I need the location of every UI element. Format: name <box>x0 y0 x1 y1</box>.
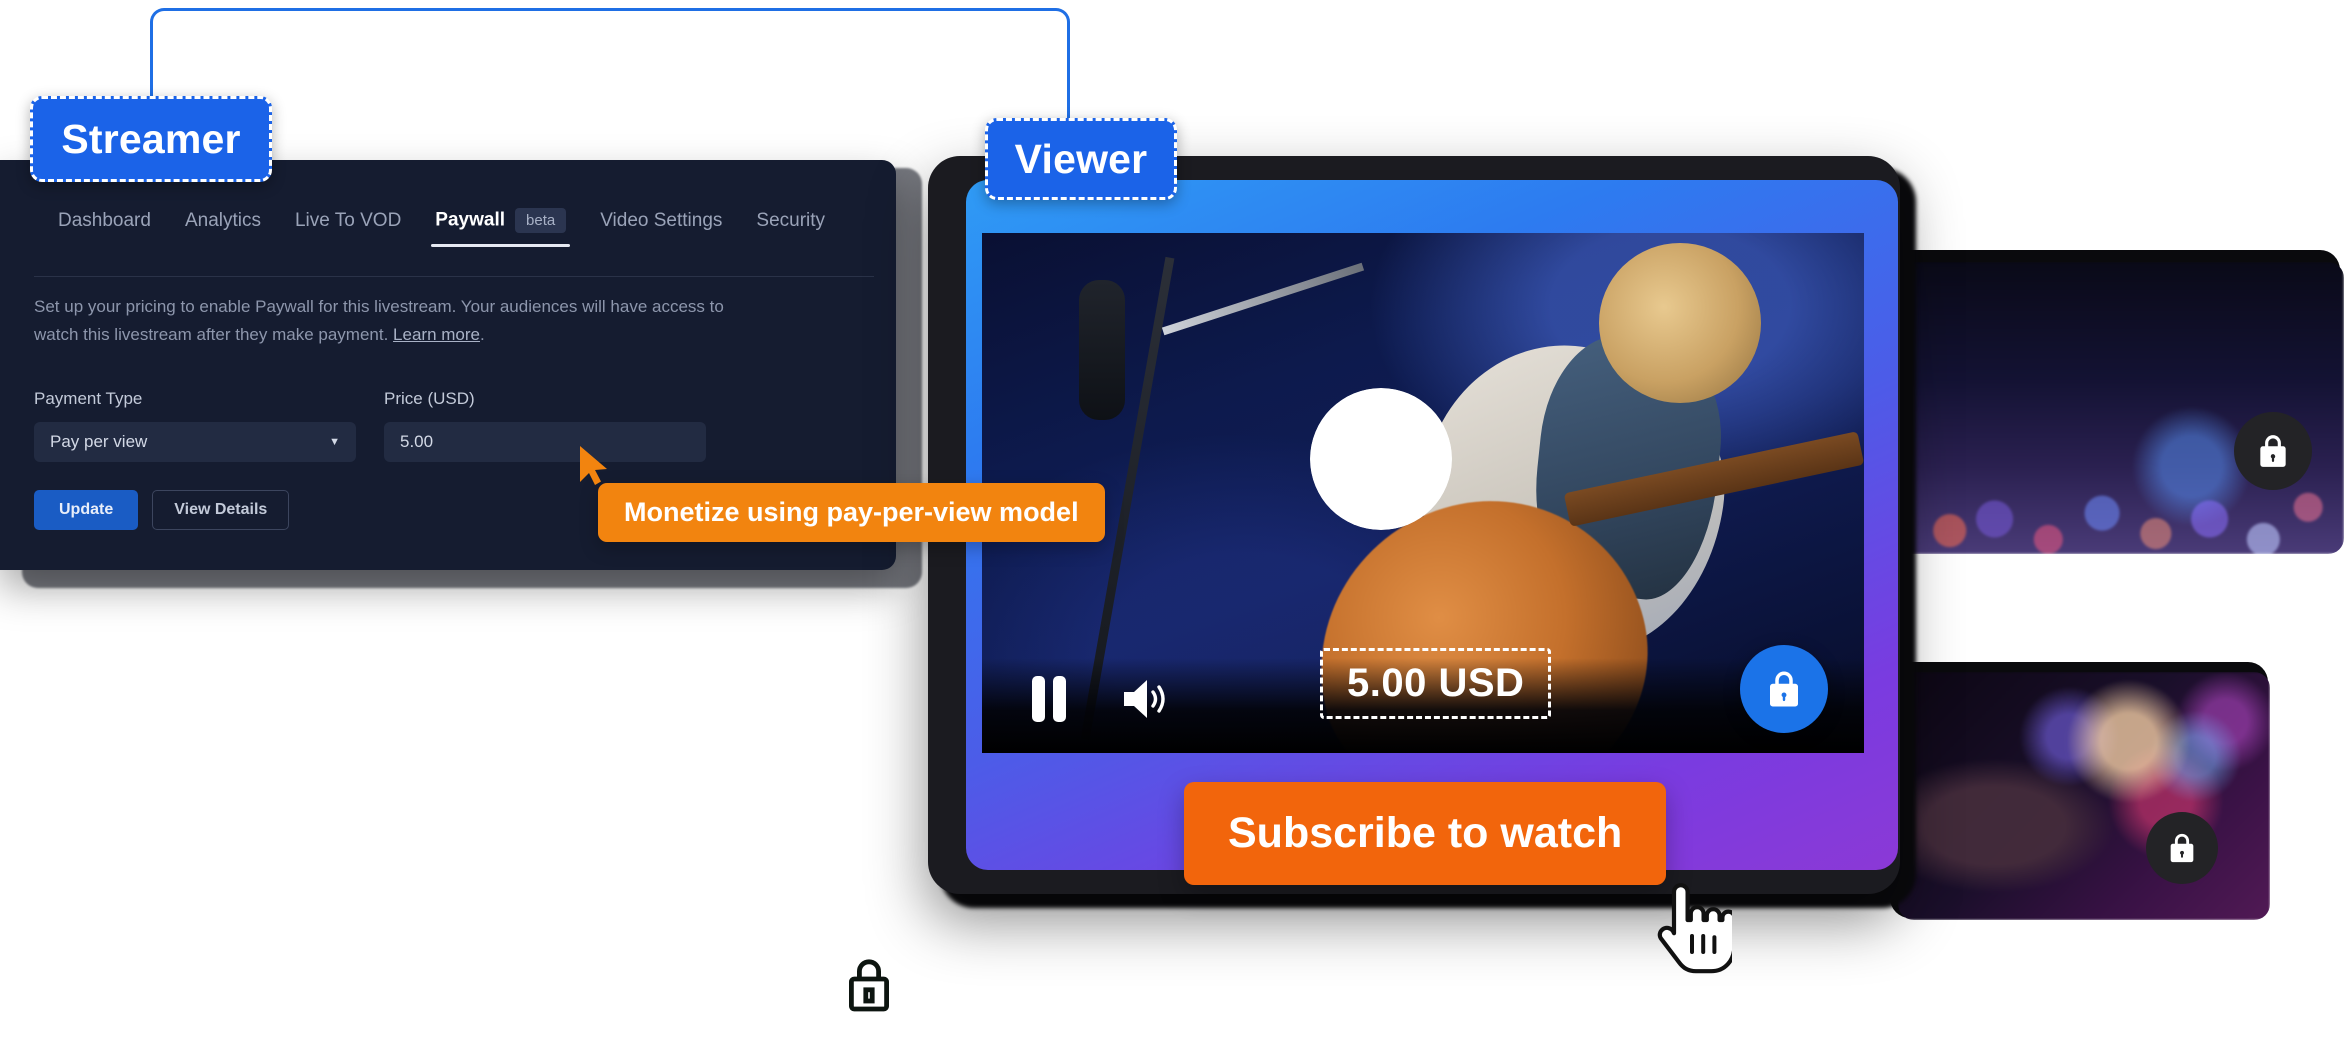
tab-label: Dashboard <box>58 209 151 231</box>
description-period: . <box>479 325 485 345</box>
streamer-badge: Streamer <box>30 96 272 182</box>
lock-icon[interactable] <box>2234 412 2312 490</box>
tab-analytics[interactable]: Analytics <box>185 210 261 246</box>
tabs-divider <box>34 276 874 277</box>
view-details-button[interactable]: View Details <box>152 490 290 531</box>
price-input[interactable]: 5.00 <box>384 422 706 463</box>
pause-button[interactable] <box>1030 676 1068 727</box>
active-tab-underline <box>431 244 571 247</box>
locked-thumbnail-bottom[interactable] <box>1898 672 2270 920</box>
tab-live-to-vod[interactable]: Live To VOD <box>295 210 401 246</box>
pointer-arrow-icon <box>578 444 610 493</box>
payment-type-value: Pay per view <box>50 432 148 452</box>
beta-badge: beta <box>515 208 567 233</box>
performer-head-shape <box>1599 243 1762 404</box>
lock-button[interactable] <box>1740 645 1828 733</box>
description-line-1: Set up your pricing to enable Paywall fo… <box>34 297 705 316</box>
volume-button[interactable] <box>1120 676 1172 727</box>
illustration-stage: Dashboard Analytics Live To VOD Paywall b… <box>0 0 2344 1037</box>
microphone-shape <box>1079 279 1126 420</box>
crowd-image-bottom <box>1898 672 2270 920</box>
tab-label: Security <box>756 209 826 231</box>
viewer-badge-label: Viewer <box>1014 135 1148 182</box>
lock-icon <box>845 955 893 1020</box>
tab-paywall[interactable]: Paywall beta <box>431 208 571 247</box>
tab-dashboard[interactable]: Dashboard <box>58 210 151 246</box>
price-value: 5.00 <box>400 432 434 452</box>
crowd-image-top <box>1896 262 2344 554</box>
paywall-description: Set up your pricing to enable Paywall fo… <box>34 293 734 349</box>
play-button[interactable] <box>1310 388 1452 530</box>
tab-video-settings[interactable]: Video Settings <box>600 210 722 246</box>
locked-thumbnail-top[interactable] <box>1896 262 2344 554</box>
mic-boom-shape <box>1162 263 1365 336</box>
price-label: Price (USD) <box>384 389 475 409</box>
tab-label: Paywall <box>435 209 506 231</box>
payment-type-group: Payment Type Pay per view ▼ <box>34 389 356 463</box>
price-group: Price (USD) 5.00 <box>384 389 706 463</box>
tab-label: Live To VOD <box>294 209 402 231</box>
price-badge: 5.00 USD <box>1320 648 1552 719</box>
payment-type-select[interactable]: Pay per view ▼ <box>34 422 356 463</box>
paywall-form: Payment Type Pay per view ▼ Price (USD) … <box>34 389 896 463</box>
tab-label: Video Settings <box>600 209 723 231</box>
tab-security[interactable]: Security <box>756 210 825 246</box>
update-button[interactable]: Update <box>34 490 139 531</box>
hand-cursor-icon <box>1648 880 1737 981</box>
subscribe-button[interactable]: Subscribe to watch <box>1184 782 1667 885</box>
tooltip-monetize: Monetize using pay-per-view model <box>598 483 1105 542</box>
payment-type-label: Payment Type <box>34 389 143 409</box>
chevron-down-icon: ▼ <box>329 436 340 449</box>
tab-label: Analytics <box>184 209 261 231</box>
lock-icon[interactable] <box>2146 812 2218 884</box>
connector-line <box>150 8 1070 148</box>
learn-more-link[interactable]: Learn more <box>393 325 480 344</box>
viewer-badge: Viewer <box>985 118 1177 200</box>
streamer-badge-label: Streamer <box>61 115 241 162</box>
